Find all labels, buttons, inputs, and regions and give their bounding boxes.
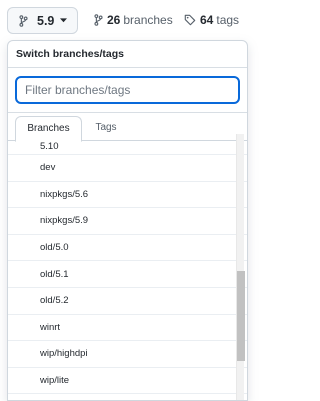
branch-item[interactable]: 5.10 <box>8 141 247 155</box>
tags-link[interactable]: 64 tags <box>184 12 239 28</box>
branch-list: 5.10 dev nixpkgs/5.6 nixpkgs/5.9 old/5.0… <box>8 141 247 400</box>
tags-label: tags <box>216 13 240 27</box>
current-branch-label: 5.9 <box>37 13 55 28</box>
tags-count: 64 <box>200 13 214 27</box>
branch-item[interactable]: nixpkgs/5.6 <box>8 182 247 209</box>
repo-toolbar: 5.9 26 branches 64 tags <box>0 0 248 40</box>
tab-tags[interactable]: Tags <box>88 116 124 141</box>
filter-input[interactable] <box>15 76 240 104</box>
tag-icon <box>184 14 196 26</box>
branches-link[interactable]: 26 branches <box>94 12 173 28</box>
branch-item[interactable]: wip/highdpi <box>8 341 247 368</box>
scrollbar-track[interactable] <box>236 134 245 400</box>
filter-container <box>8 68 247 113</box>
branch-item[interactable]: winrt <box>8 315 247 342</box>
branch-select-button[interactable]: 5.9 <box>7 7 78 34</box>
branch-item[interactable]: old/5.1 <box>8 261 247 288</box>
branch-item[interactable]: old/5.2 <box>8 288 247 315</box>
branch-item[interactable]: nixpkgs/5.9 <box>8 208 247 235</box>
ref-type-tabs: Branches Tags <box>8 116 247 142</box>
caret-down-icon <box>60 18 68 23</box>
dropdown-title: Switch branches/tags <box>8 41 247 68</box>
branch-switch-dropdown: Switch branches/tags Branches Tags 5.10 … <box>7 40 248 401</box>
branches-count: 26 <box>107 13 121 27</box>
branches-label: branches <box>123 13 173 27</box>
tab-branches[interactable]: Branches <box>15 116 82 142</box>
branch-item[interactable]: dev <box>8 155 247 182</box>
git-branch-icon <box>19 14 28 27</box>
scrollbar-thumb[interactable] <box>237 271 245 361</box>
git-branch-icon <box>94 14 103 26</box>
branch-item[interactable]: old/5.0 <box>8 235 247 262</box>
branch-item[interactable]: wip/lite <box>8 368 247 395</box>
